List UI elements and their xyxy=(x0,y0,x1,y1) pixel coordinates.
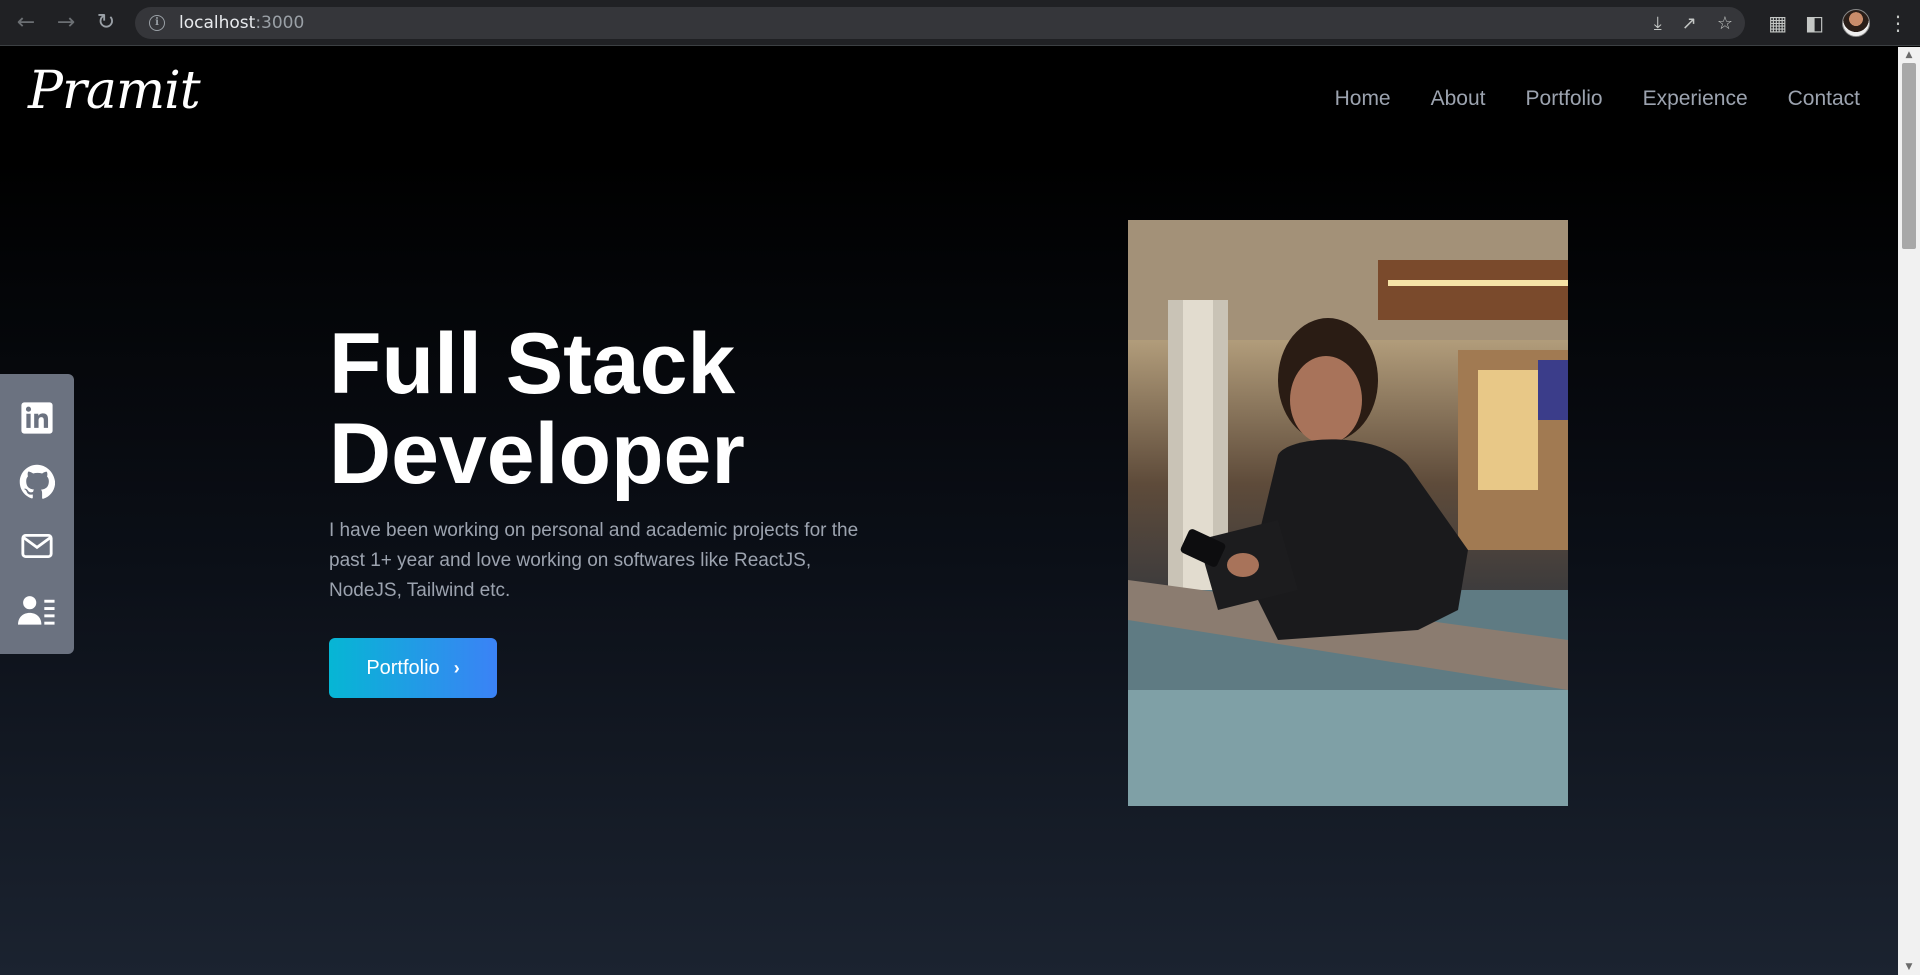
scroll-down-arrow-icon[interactable]: ▼ xyxy=(1898,959,1920,975)
hero-description: I have been working on personal and acad… xyxy=(329,520,859,601)
hero-title: Full Stack Developer xyxy=(329,319,929,499)
bookmark-star-icon[interactable]: ☆ xyxy=(1717,13,1733,34)
back-arrow-icon[interactable]: ← xyxy=(6,0,46,46)
site-logo[interactable]: Pramit xyxy=(28,61,201,121)
main-nav: Home About Portfolio Experience Contact xyxy=(1335,87,1860,111)
social-sidebar xyxy=(0,374,74,654)
url-host: localhost xyxy=(179,13,256,33)
scroll-up-arrow-icon[interactable]: ▲ xyxy=(1898,47,1920,63)
chevron-right-icon: › xyxy=(453,657,460,678)
reload-icon[interactable]: ↻ xyxy=(86,0,126,46)
profile-photo xyxy=(1128,220,1568,806)
install-app-icon[interactable]: ⤓ xyxy=(1654,13,1662,34)
menu-kebab-icon[interactable]: ⋮ xyxy=(1888,11,1908,35)
page-viewport: Pramit Home About Portfolio Experience C… xyxy=(0,47,1898,975)
linkedin-icon[interactable] xyxy=(17,398,57,438)
resume-icon[interactable] xyxy=(17,590,57,630)
site-info-icon[interactable]: i xyxy=(149,15,165,31)
share-icon[interactable]: ↗ xyxy=(1682,13,1697,34)
nav-home[interactable]: Home xyxy=(1335,87,1391,111)
side-panel-icon[interactable]: ◧ xyxy=(1805,11,1824,35)
browser-toolbar: ← → ↻ i localhost:3000 ⤓ ↗ ☆ ▦ ◧ ⋮ xyxy=(0,0,1920,46)
nav-about[interactable]: About xyxy=(1431,87,1486,111)
hero-title-line1: Full Stack xyxy=(329,316,736,412)
extensions-puzzle-icon[interactable]: ▦ xyxy=(1768,11,1787,35)
profile-avatar[interactable] xyxy=(1842,9,1870,37)
hero-title-line2: Developer xyxy=(329,406,745,502)
portfolio-button[interactable]: Portfolio › xyxy=(329,638,497,698)
forward-arrow-icon[interactable]: → xyxy=(46,0,86,46)
nav-portfolio[interactable]: Portfolio xyxy=(1526,87,1603,111)
address-bar[interactable]: i localhost:3000 ⤓ ↗ ☆ xyxy=(135,7,1745,39)
url-port: :3000 xyxy=(255,13,305,33)
nav-experience[interactable]: Experience xyxy=(1643,87,1748,111)
scrollbar-thumb[interactable] xyxy=(1902,63,1916,249)
nav-contact[interactable]: Contact xyxy=(1788,87,1860,111)
github-icon[interactable] xyxy=(17,462,57,502)
portfolio-button-label: Portfolio xyxy=(366,656,440,679)
page-scrollbar[interactable]: ▲ ▼ xyxy=(1898,47,1920,975)
mail-icon[interactable] xyxy=(17,526,57,566)
